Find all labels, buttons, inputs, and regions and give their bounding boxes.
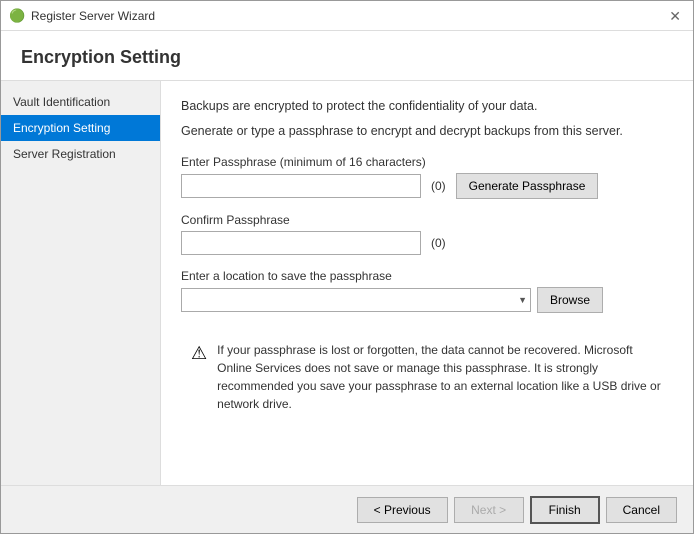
confirm-input-row: (0) [181,231,673,255]
app-icon: 🟢 [9,8,25,24]
passphrase-count: (0) [431,179,446,193]
passphrase-input-row: (0) Generate Passphrase [181,173,673,199]
cancel-button[interactable]: Cancel [606,497,677,523]
info-text-1: Backups are encrypted to protect the con… [181,97,673,116]
page-title: Encryption Setting [21,47,673,68]
browse-button[interactable]: Browse [537,287,603,313]
title-bar-left: 🟢 Register Server Wizard [9,8,155,24]
sidebar-item-registration[interactable]: Server Registration [1,141,160,167]
warning-icon: ⚠ [191,343,207,364]
location-group: Enter a location to save the passphrase … [181,269,673,313]
sidebar-item-encryption[interactable]: Encryption Setting [1,115,160,141]
sidebar: Vault Identification Encryption Setting … [1,81,161,485]
content-area: Backups are encrypted to protect the con… [161,81,693,485]
confirm-input[interactable] [181,231,421,255]
passphrase-input[interactable] [181,174,421,198]
dialog-header: Encryption Setting [1,31,693,81]
finish-button[interactable]: Finish [530,496,600,524]
location-label: Enter a location to save the passphrase [181,269,673,283]
passphrase-group: Enter Passphrase (minimum of 16 characte… [181,155,673,199]
generate-passphrase-button[interactable]: Generate Passphrase [456,173,599,199]
dialog-footer: < Previous Next > Finish Cancel [1,485,693,533]
dialog-body: Vault Identification Encryption Setting … [1,81,693,485]
confirm-count: (0) [431,236,446,250]
title-bar: 🟢 Register Server Wizard ✕ [1,1,693,31]
location-row: Browse [181,287,673,313]
info-text-2: Generate or type a passphrase to encrypt… [181,122,673,141]
title-bar-text: Register Server Wizard [31,9,155,23]
warning-box: ⚠ If your passphrase is lost or forgotte… [181,331,673,423]
location-select-wrapper [181,288,531,312]
previous-button[interactable]: < Previous [357,497,448,523]
location-select[interactable] [181,288,531,312]
next-button[interactable]: Next > [454,497,524,523]
confirm-group: Confirm Passphrase (0) [181,213,673,255]
close-button[interactable]: ✕ [665,9,685,23]
confirm-label: Confirm Passphrase [181,213,673,227]
register-server-dialog: 🟢 Register Server Wizard ✕ Encryption Se… [0,0,694,534]
warning-text: If your passphrase is lost or forgotten,… [217,341,663,413]
sidebar-item-vault[interactable]: Vault Identification [1,89,160,115]
passphrase-label: Enter Passphrase (minimum of 16 characte… [181,155,673,169]
